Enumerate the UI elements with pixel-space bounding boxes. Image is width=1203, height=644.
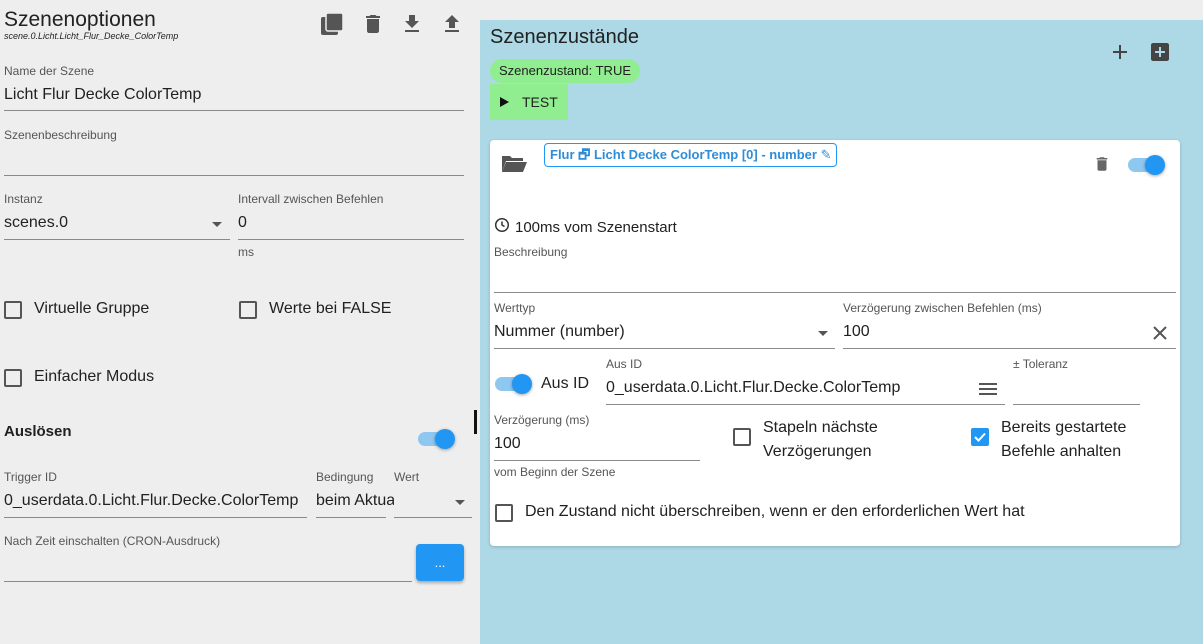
scene-state-chip: Szenenzustand: TRUE [490,59,640,83]
delay-between-input[interactable]: 100 [843,323,1133,341]
upload-icon[interactable] [440,12,464,36]
instance-label: Instanz [4,192,43,206]
scene-description-label: Szenenbeschreibung [4,128,117,142]
no-overwrite-checkbox[interactable] [495,504,513,522]
condition-underline [316,517,386,518]
delay-input[interactable]: 100 [494,435,698,453]
chevron-down-icon [212,222,222,227]
state-description-underline [494,292,1176,293]
download-icon[interactable] [400,12,424,36]
off-id-underline [606,404,1005,405]
stop-commands-label: Bereits gestartete Befehle anhalten [1001,419,1127,460]
test-button-label: TEST [522,94,558,110]
value-select[interactable] [394,490,472,518]
value-underline [394,517,472,518]
stack-delays-checkbox[interactable] [733,428,751,446]
trigger-id-input[interactable]: 0_userdata.0.Licht.Flur.Decke.ColorTemp [4,492,306,510]
off-id-switch-label: Aus ID [541,375,590,392]
delete-icon[interactable] [1093,155,1111,173]
off-id-input[interactable]: 0_userdata.0.Licht.Flur.Decke.ColorTemp [606,379,966,397]
no-overwrite-label: Den Zustand nicht überschreiben, wenn er… [525,503,1025,520]
delay-from-start-text: 100ms vom Szenenstart [515,219,677,236]
simple-mode-label: Einfacher Modus [34,368,155,385]
value-type-value: Nummer (number) [494,323,625,340]
condition-select[interactable]: beim Aktualisieren [316,492,394,510]
clock-icon [494,217,510,233]
interval-underline [238,239,464,240]
copy-icon[interactable] [320,12,344,36]
add-icon[interactable] [1108,40,1132,64]
delay-between-underline [843,348,1176,349]
interval-label: Intervall zwischen Befehlen [238,192,384,206]
state-id-text: Flur 🗗 Licht Decke ColorTemp [0] - numbe… [550,147,817,162]
tolerance-label: ± Toleranz [1013,357,1069,371]
off-id-switch[interactable] [495,373,535,395]
state-enabled-switch[interactable] [1128,154,1168,176]
values-false-label: Werte bei FALSE [269,300,392,317]
state-description-input[interactable] [494,266,1174,286]
value-type-select[interactable]: Nummer (number) [494,320,834,348]
scene-description-input[interactable] [4,150,462,170]
scene-name-underline [4,110,464,111]
delay-label: Verzögerung (ms) [494,413,590,427]
trigger-heading: Auslösen [4,423,72,440]
trigger-id-label: Trigger ID [4,470,57,484]
clear-icon[interactable] [1150,323,1170,343]
play-icon [500,97,509,107]
delay-between-label: Verzögerung zwischen Befehlen (ms) [843,301,1042,315]
instance-value: scenes.0 [4,214,69,231]
simple-mode-checkbox[interactable] [4,369,22,387]
off-id-label: Aus ID [606,357,643,371]
condition-label: Bedingung [316,470,374,484]
folder-open-icon[interactable] [500,152,528,176]
state-description-label: Beschreibung [494,245,568,259]
value-type-underline [494,348,835,349]
delay-helper-text: vom Beginn der Szene [494,465,616,479]
add-box-icon[interactable] [1148,40,1172,64]
page-title: Szenenoptionen [4,8,156,31]
value-label: Wert [394,470,420,484]
menu-icon[interactable] [978,380,998,398]
scene-description-underline [4,175,464,176]
cron-underline [4,581,412,582]
stack-delays-label: Stapeln nächste Verzögerungen [763,419,878,460]
edit-icon: ✎ [820,147,832,162]
cron-label: Nach Zeit einschalten (CRON-Ausdruck) [4,534,221,548]
virtual-group-label: Virtuelle Gruppe [34,300,150,317]
value-type-label: Werttyp [494,301,536,315]
instance-underline [4,239,230,240]
stop-commands-checkbox[interactable] [971,428,989,446]
tolerance-input[interactable] [1013,379,1138,399]
trigger-switch[interactable] [418,428,458,450]
test-button[interactable]: TEST [490,84,568,120]
interval-unit: ms [238,245,254,259]
scene-name-input[interactable]: Licht Flur Decke ColorTemp [4,86,462,104]
cron-editor-button[interactable]: ... [416,544,464,581]
delay-underline [494,460,700,461]
instance-select[interactable]: scenes.0 [4,212,230,240]
state-id-chip[interactable]: Flur 🗗 Licht Decke ColorTemp [0] - numbe… [544,143,838,167]
trigger-id-underline [4,517,307,518]
chevron-down-icon [818,331,828,336]
panel-resize-handle[interactable] [474,410,477,434]
values-false-checkbox[interactable] [239,301,257,319]
tolerance-underline [1013,404,1140,405]
delete-icon[interactable] [361,12,385,36]
virtual-group-checkbox[interactable] [4,301,22,319]
scene-name-label: Name der Szene [4,64,95,78]
scene-states-title: Szenenzustände [490,26,640,48]
chevron-down-icon [455,500,465,505]
interval-input[interactable]: 0 [238,214,462,232]
cron-input[interactable] [4,556,410,576]
scene-id-subtitle: scene.0.Licht.Licht_Flur_Decke_ColorTemp [4,31,179,41]
